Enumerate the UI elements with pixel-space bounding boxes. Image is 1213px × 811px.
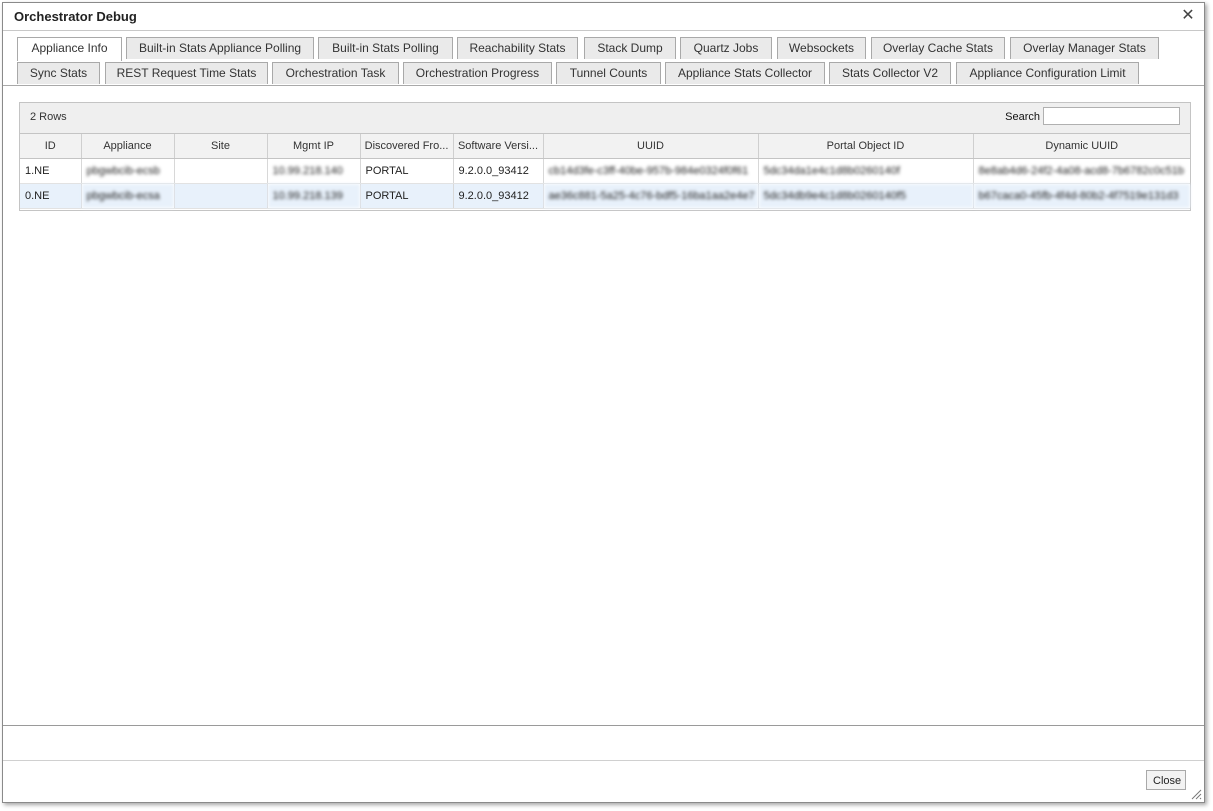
row-count: 2 Rows [30,111,67,123]
tab-orchestration-task[interactable]: Orchestration Task [272,62,399,84]
resize-grip-icon[interactable] [1190,788,1202,800]
column-header-id[interactable]: ID [20,134,82,159]
cell-site [174,183,268,209]
appliance-info-grid: 2 Rows Search ID Appliance Site Mgmt IP [19,102,1191,211]
tab-overlay-manager-stats[interactable]: Overlay Manager Stats [1010,37,1159,59]
cell-dynamic-uuid: 8e8ab4d6-24f2-4a08-acd8-7b6782c0c51b [973,158,1190,184]
cell-appliance: pbgwbcib-ecsa [81,183,175,209]
cell-uuid: cb14d3fe-c3ff-40be-957b-984e0324f0f61 [543,158,759,184]
dialog-titlebar: Orchestrator Debug ✕ [3,3,1204,31]
cell-discovered-from: PORTAL [360,158,454,184]
search-label: Search [1005,111,1040,123]
tab-built-in-stats-appliance-polling[interactable]: Built-in Stats Appliance Polling [126,37,314,59]
column-header-appliance[interactable]: Appliance [81,134,175,159]
table-row[interactable]: 0.NE pbgwbcib-ecsa 10.99.218.139 PORTAL … [20,183,1190,209]
appliance-table: ID Appliance Site Mgmt IP Discovered Fro… [20,134,1190,209]
tab-row-2: Sync Stats REST Request Time Stats Orche… [15,62,1164,87]
tab-stack-dump[interactable]: Stack Dump [584,37,676,59]
tab-rest-request-time-stats[interactable]: REST Request Time Stats [105,62,268,84]
tab-row-1: Appliance Info Built-in Stats Appliance … [15,37,1164,62]
tab-bar-divider [3,85,1204,86]
cell-appliance: pbgwbcib-ecsb [81,158,175,184]
column-header-site[interactable]: Site [174,134,268,159]
dialog-content: Appliance Info Built-in Stats Appliance … [3,31,1204,726]
tab-reachability-stats[interactable]: Reachability Stats [457,37,578,59]
column-header-mgmt-ip[interactable]: Mgmt IP [267,134,361,159]
tab-appliance-info[interactable]: Appliance Info [17,37,122,61]
cell-mgmt-ip: 10.99.218.139 [267,183,361,209]
table-row[interactable]: 1.NE pbgwbcib-ecsb 10.99.218.140 PORTAL … [20,158,1190,184]
tab-appliance-configuration-limit[interactable]: Appliance Configuration Limit [956,62,1139,84]
column-header-dynamic-uuid[interactable]: Dynamic UUID [973,134,1190,159]
cell-portal-object-id: 5dc34db9e4c1d8b0260140f5 [758,183,974,209]
search-input[interactable] [1043,107,1180,125]
cell-id: 0.NE [20,183,82,209]
table-header-row: ID Appliance Site Mgmt IP Discovered Fro… [20,134,1190,159]
grid-toolbar: 2 Rows Search [20,103,1190,134]
cell-software-version: 9.2.0.0_93412 [453,158,544,184]
column-header-discovered-from[interactable]: Discovered Fro... [360,134,454,159]
tab-stats-collector-v2[interactable]: Stats Collector V2 [829,62,951,84]
close-button[interactable]: Close [1146,770,1186,790]
close-icon[interactable]: ✕ [1180,8,1196,24]
cell-id: 1.NE [20,158,82,184]
column-header-software-version[interactable]: Software Versi... [453,134,544,159]
column-header-portal-object-id[interactable]: Portal Object ID [758,134,974,159]
tab-sync-stats[interactable]: Sync Stats [17,62,100,84]
footer-divider [3,760,1204,761]
tab-websockets[interactable]: Websockets [777,37,866,59]
tab-bar: Appliance Info Built-in Stats Appliance … [15,37,1164,87]
cell-uuid: ae36c881-5a25-4c76-bdf5-16ba1aa2e4e7 [543,183,759,209]
dialog-title: Orchestrator Debug [14,9,137,24]
cell-software-version: 9.2.0.0_93412 [453,183,544,209]
tab-built-in-stats-polling[interactable]: Built-in Stats Polling [318,37,453,59]
tab-tunnel-counts[interactable]: Tunnel Counts [556,62,661,84]
orchestrator-debug-dialog: Orchestrator Debug ✕ Appliance Info Buil… [2,2,1205,803]
tab-appliance-stats-collector[interactable]: Appliance Stats Collector [665,62,825,84]
tab-overlay-cache-stats[interactable]: Overlay Cache Stats [871,37,1005,59]
cell-portal-object-id: 5dc34da1e4c1d8b0260140f [758,158,974,184]
tab-orchestration-progress[interactable]: Orchestration Progress [403,62,552,84]
column-header-uuid[interactable]: UUID [543,134,759,159]
tab-quartz-jobs[interactable]: Quartz Jobs [680,37,772,59]
cell-discovered-from: PORTAL [360,183,454,209]
cell-site [174,158,268,184]
cell-dynamic-uuid: b67caca0-45fb-4f4d-80b2-4f7519e131d3 [973,183,1190,209]
cell-mgmt-ip: 10.99.218.140 [267,158,361,184]
